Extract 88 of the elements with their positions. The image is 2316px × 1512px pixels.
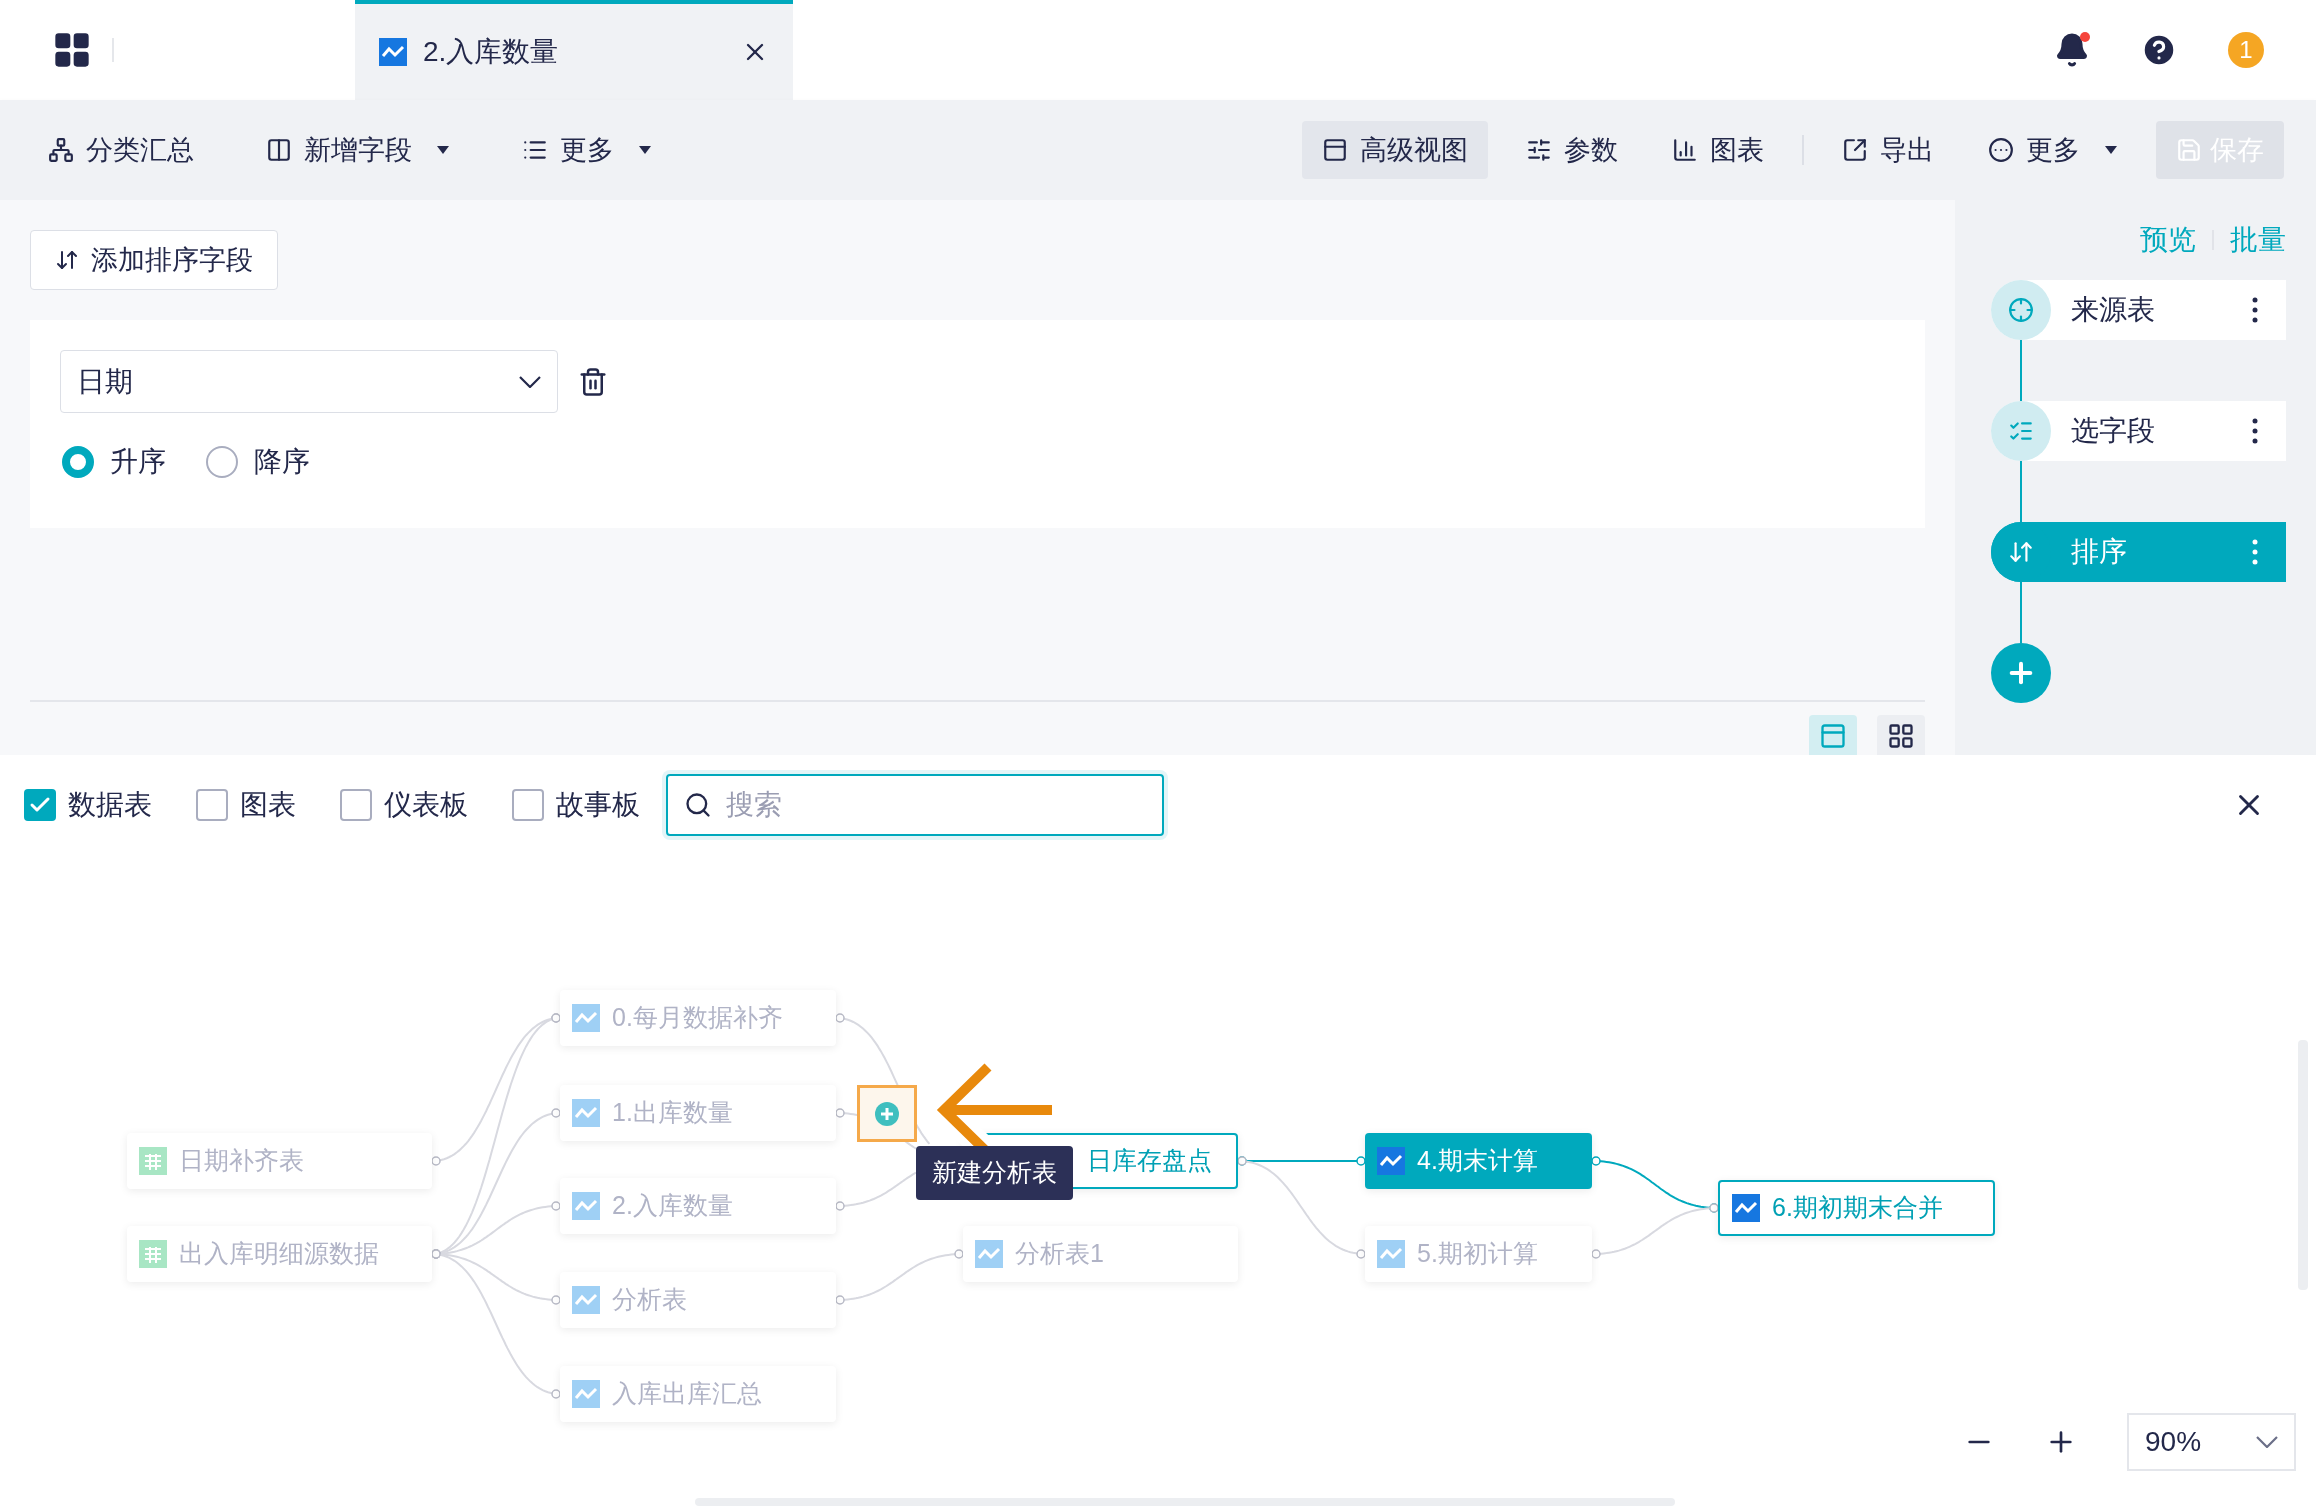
add-column-icon — [266, 137, 292, 163]
chevron-down-icon — [2256, 1436, 2278, 1448]
pipeline-step[interactable]: 选字段 — [1991, 401, 2286, 461]
crosshair-icon — [2008, 297, 2034, 323]
toolbar-button[interactable]: 分类汇总 — [32, 121, 210, 179]
add-step-button[interactable] — [1991, 643, 2051, 703]
radio-label: 升序 — [110, 445, 166, 479]
ellipsis-icon — [1988, 137, 2014, 163]
plus-circle-icon — [875, 1101, 899, 1126]
lineage-node[interactable]: 1.出库数量 — [560, 1085, 836, 1141]
document-tab[interactable]: 2.入库数量 — [355, 0, 793, 100]
toolbar-button[interactable]: 导出 — [1826, 121, 1950, 179]
line-chart-icon — [572, 1286, 600, 1314]
lineage-node[interactable]: 4.期末计算 — [1365, 1133, 1592, 1189]
panel-link[interactable]: 预览 — [2140, 219, 2196, 261]
layout-toggle[interactable] — [1877, 715, 1925, 757]
line-chart-icon — [1732, 1194, 1760, 1222]
line-chart-icon — [572, 1192, 600, 1220]
checkbox-label: 故事板 — [556, 788, 640, 822]
step-label: 选字段 — [2071, 414, 2156, 448]
table-icon — [139, 1240, 167, 1268]
grid-layout-icon — [1887, 722, 1915, 750]
step-label: 排序 — [2071, 535, 2128, 569]
lineage-node[interactable]: 出入库明细源数据 — [127, 1226, 432, 1282]
lineage-node[interactable]: 分析表 — [560, 1272, 836, 1328]
radio-button[interactable] — [62, 446, 94, 478]
chevron-down-icon — [519, 375, 541, 388]
tab-label: 2.入库数量 — [423, 35, 560, 69]
panel-icon — [1322, 137, 1348, 163]
sort-icon — [55, 248, 79, 272]
lineage-node[interactable]: 日期补齐表 — [127, 1133, 432, 1189]
layout-toggle[interactable] — [1809, 715, 1857, 757]
checkbox-label: 数据表 — [68, 788, 152, 822]
lineage-node[interactable]: 6.期初期末合并 — [1718, 1180, 1995, 1236]
more-options-icon[interactable] — [2252, 418, 2258, 444]
sort-icon — [2008, 539, 2034, 565]
toolbar-button[interactable]: 新增字段 — [250, 121, 466, 179]
step-label: 来源表 — [2071, 293, 2156, 327]
toolbar-button[interactable]: 图表 — [1656, 121, 1780, 179]
pipeline-step[interactable]: 来源表 — [1991, 280, 2286, 340]
export-icon — [1842, 137, 1868, 163]
radio-button[interactable] — [206, 446, 238, 478]
line-chart-icon — [572, 1380, 600, 1408]
app-grid-icon[interactable] — [52, 30, 92, 70]
checkbox-label: 仪表板 — [384, 788, 468, 822]
field-select[interactable]: 日期 — [60, 350, 558, 413]
bar-chart-icon — [1672, 137, 1698, 163]
radio-label: 降序 — [254, 445, 310, 479]
user-avatar[interactable]: 1 — [2228, 32, 2264, 68]
table-icon — [139, 1147, 167, 1175]
toolbar-button[interactable]: 更多 — [1972, 121, 2134, 179]
hierarchy-icon — [48, 137, 74, 163]
caret-icon — [638, 145, 652, 155]
checkbox[interactable] — [24, 789, 56, 821]
line-chart-icon — [975, 1240, 1003, 1268]
delete-icon[interactable] — [578, 366, 608, 397]
sliders-icon — [1526, 137, 1552, 163]
stacked-layout-icon — [1819, 722, 1847, 750]
line-chart-icon — [1377, 1240, 1405, 1268]
more-options-icon[interactable] — [2252, 297, 2258, 323]
checkbox[interactable] — [196, 789, 228, 821]
line-chart-icon — [572, 1004, 600, 1032]
tooltip: 新建分析表 — [916, 1146, 1073, 1200]
toolbar-button[interactable]: 更多 — [506, 121, 668, 179]
caret-icon — [2104, 145, 2118, 155]
search-field[interactable]: 搜索 — [666, 774, 1164, 836]
lineage-node[interactable]: 分析表1 — [963, 1226, 1238, 1282]
toolbar-button[interactable]: 参数 — [1510, 121, 1634, 179]
checkbox[interactable] — [512, 789, 544, 821]
checkbox-label: 图表 — [240, 788, 296, 822]
lineage-node[interactable]: 0.每月数据补齐 — [560, 990, 836, 1046]
save-icon — [2176, 137, 2202, 163]
line-chart-icon — [572, 1099, 600, 1127]
lineage-node[interactable]: 5.期初计算 — [1365, 1226, 1592, 1282]
pipeline-step[interactable]: 排序 — [1991, 522, 2286, 582]
panel-link[interactable]: 批量 — [2230, 219, 2286, 261]
lineage-node[interactable]: 入库出库汇总 — [560, 1366, 836, 1422]
lineage-node[interactable]: 2.入库数量 — [560, 1178, 836, 1234]
zoom-select[interactable]: 90% — [2127, 1413, 2296, 1471]
add-sort-field-button[interactable]: 添加排序字段 — [30, 230, 278, 290]
toolbar-button[interactable]: 高级视图 — [1302, 121, 1488, 179]
notification-bell-icon[interactable] — [2054, 32, 2090, 68]
line-chart-icon — [379, 38, 407, 66]
add-analysis-button[interactable] — [857, 1085, 917, 1142]
caret-icon — [436, 145, 450, 155]
line-chart-icon — [1377, 1147, 1405, 1175]
checkbox[interactable] — [340, 789, 372, 821]
search-icon — [684, 791, 712, 819]
